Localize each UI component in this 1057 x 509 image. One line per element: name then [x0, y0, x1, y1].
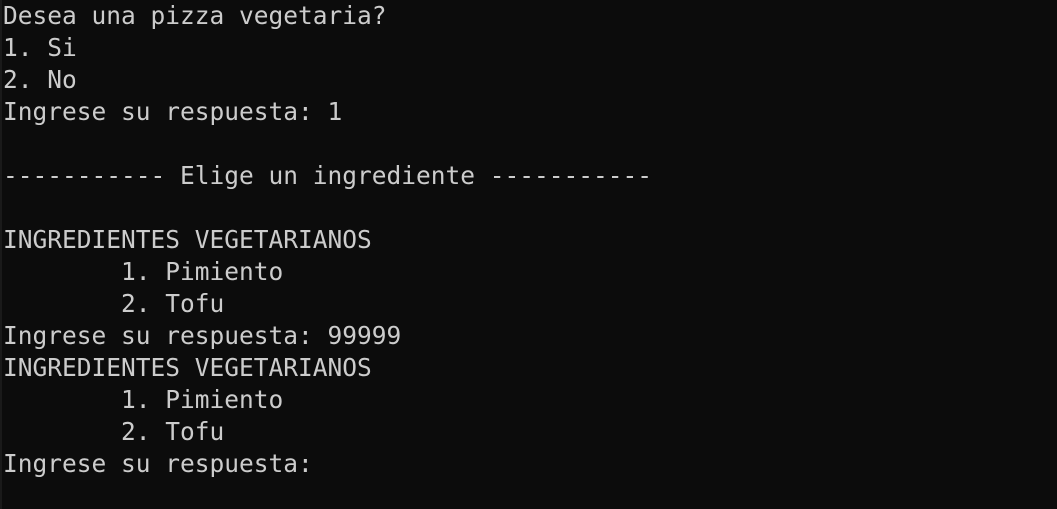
input-prompt[interactable]: Ingrese su respuesta: — [3, 448, 1057, 480]
ingredients-heading: INGREDIENTES VEGETARIANOS — [3, 353, 372, 382]
ingredients-heading: INGREDIENTES VEGETARIANOS — [3, 225, 372, 254]
window-left-edge — [0, 0, 2, 509]
section-header: ----------- Elige un ingrediente -------… — [3, 161, 653, 190]
ingredient-option: 1. Pimiento — [3, 257, 284, 286]
ingredient-option: 2. Tofu — [3, 289, 225, 318]
option-yes: 1. Si — [3, 33, 77, 62]
ingredient-option: 2. Tofu — [3, 417, 225, 446]
answer-line: Ingrese su respuesta: 99999 — [3, 321, 402, 350]
answer-line: Ingrese su respuesta: 1 — [3, 97, 343, 126]
prompt-question: Desea una pizza vegetaria? — [3, 1, 387, 30]
console-output[interactable]: Desea una pizza vegetaria? 1. Si 2. No I… — [0, 0, 1057, 509]
option-no: 2. No — [3, 65, 77, 94]
ingredient-option: 1. Pimiento — [3, 385, 284, 414]
